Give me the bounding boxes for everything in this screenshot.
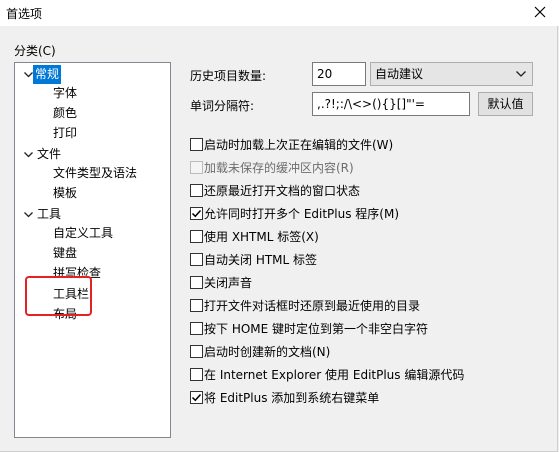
option-checkbox[interactable] [190, 161, 203, 174]
title-bar: 首选项 [0, 0, 559, 26]
history-count-input[interactable]: 20 [312, 62, 366, 86]
option-checkbox[interactable] [190, 253, 203, 266]
option-checkbox[interactable] [190, 207, 203, 220]
category-label: 分类(C) [14, 44, 56, 58]
option-label: 打开文件对话框时还原到最近使用的目录 [204, 299, 421, 313]
checkmark-icon [191, 393, 202, 402]
option-label: 将 EditPlus 添加到系统右键菜单 [204, 391, 380, 405]
word-separator-input[interactable]: ,.?!;:/\<>(){}[]"'= [312, 92, 470, 116]
option-label: 关闭声音 [204, 276, 253, 290]
option-checkbox[interactable] [190, 184, 203, 197]
chevron-down-icon [514, 63, 528, 85]
chevron-down-icon[interactable] [21, 145, 35, 164]
category-tree[interactable]: 常规 字体 颜色 打印 文件 文件类型及语法 模板 工具 自定义工具 键盘 拼写… [14, 62, 171, 438]
option-checkbox[interactable] [190, 138, 203, 151]
option-checkbox[interactable] [190, 322, 203, 335]
chevron-down-icon[interactable] [21, 205, 35, 224]
option-label: 加载未保存的缓冲区内容(R) [204, 161, 354, 175]
option-label: 按下 HOME 键时定位到第一个非空白字符 [204, 322, 429, 336]
option-label: 自动关闭 HTML 标签 [204, 253, 318, 267]
option-checkbox[interactable] [190, 368, 203, 381]
highlight-annotation [25, 276, 92, 316]
history-count-label: 历史项目数量: [190, 69, 267, 83]
option-checkbox[interactable] [190, 345, 203, 358]
option-label: 允许同时打开多个 EditPlus 程序(M) [204, 207, 400, 221]
history-mode-select[interactable]: 自动建议 [370, 62, 533, 86]
close-icon [534, 6, 546, 18]
option-label: 启动时创建新的文档(N) [204, 345, 331, 359]
close-button[interactable] [527, 1, 553, 23]
word-separator-label: 单词分隔符: [190, 99, 255, 113]
option-label: 使用 XHTML 标签(X) [204, 230, 319, 244]
checkmark-icon [191, 209, 202, 218]
window-title: 首选项 [6, 7, 43, 21]
option-label: 启动时加载上次正在编辑的文件(W) [204, 138, 394, 152]
option-checkbox[interactable] [190, 230, 203, 243]
default-button[interactable]: 默认值 [478, 92, 533, 116]
option-label: 在 Internet Explorer 使用 EditPlus 编辑源代码 [204, 368, 465, 382]
option-checkbox[interactable] [190, 391, 203, 404]
history-mode-value: 自动建议 [375, 67, 424, 81]
option-label: 还原最近打开文档的窗口状态 [204, 184, 361, 198]
option-checkbox[interactable] [190, 299, 203, 312]
option-checkbox[interactable] [190, 276, 203, 289]
